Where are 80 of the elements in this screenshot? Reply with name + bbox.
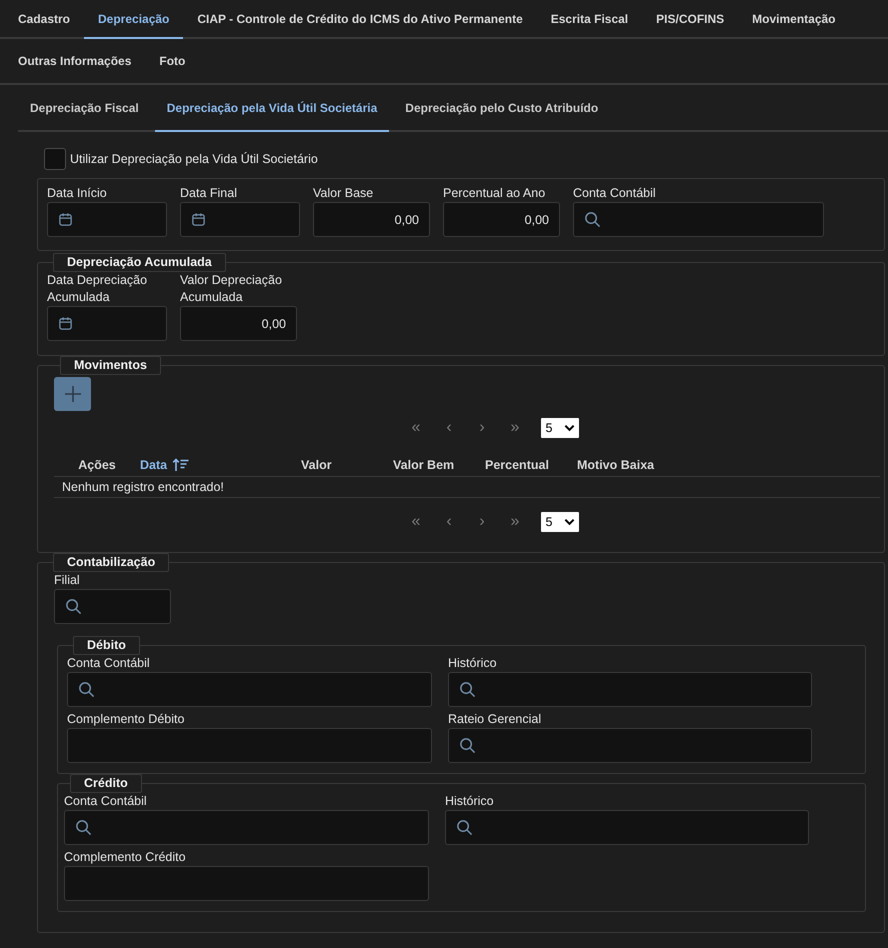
caret-icon (564, 518, 574, 526)
search-field[interactable] (445, 810, 809, 845)
field-label: Conta Contábil (64, 793, 148, 810)
field-label: Data Depreciação Acumulada (47, 272, 148, 306)
section-title: Depreciação Acumulada (53, 253, 226, 272)
subtab[interactable]: Depreciação pelo Custo Atribuído (393, 85, 610, 132)
field-label: Histórico (448, 655, 498, 672)
page-size-select[interactable]: 5 (540, 512, 578, 532)
field-label: Valor Base (313, 185, 374, 202)
pager-button[interactable]: » (498, 419, 532, 437)
field-label: Data Final (180, 185, 238, 202)
search-icon (459, 737, 476, 754)
column-header[interactable]: Valor (301, 458, 332, 472)
section-title: Crédito (70, 774, 142, 793)
calendar-icon (191, 212, 206, 227)
field-label: Complemento Crédito (64, 849, 187, 866)
input-field[interactable]: 0,00 (180, 306, 297, 341)
field-label: Rateio Gerencial (448, 711, 542, 728)
tab[interactable]: Outras Informações (4, 39, 146, 85)
input-field[interactable] (64, 866, 429, 901)
date-field[interactable] (47, 306, 167, 341)
section-title: Contabilização (53, 553, 170, 572)
field-label: Complemento Débito (67, 711, 186, 728)
plus-icon (62, 384, 82, 404)
field-label: Data Início (47, 185, 108, 202)
search-field[interactable] (573, 202, 824, 237)
search-field[interactable] (64, 810, 429, 845)
pager-button[interactable]: ‹ (432, 513, 466, 531)
checkbox[interactable] (44, 148, 66, 170)
input-field[interactable]: 0,00 (313, 202, 430, 237)
search-icon (75, 819, 92, 836)
checkbox-label: Utilizar Depreciação pela Vida Útil Societário (70, 152, 318, 166)
tab[interactable]: Foto (145, 39, 200, 85)
tab[interactable]: CIAP - Controle de Crédito do ICMS do Ativo Permanente (183, 0, 537, 39)
date-field[interactable] (47, 202, 167, 237)
field-label: Histórico (445, 793, 495, 810)
search-icon (584, 211, 601, 228)
field-label: Filial (54, 572, 81, 589)
section-title: Débito (73, 636, 140, 655)
search-field[interactable] (54, 589, 171, 624)
pager-button[interactable]: « (400, 419, 432, 437)
search-icon (459, 681, 476, 698)
input-field[interactable]: 0,00 (443, 202, 560, 237)
subtab[interactable]: Depreciação pela Vida Útil Societária (154, 85, 390, 132)
subtab[interactable]: Depreciação Fiscal (18, 85, 151, 132)
tab[interactable]: Movimentação (738, 0, 850, 39)
empty-message: Nenhum registro encontrado! (62, 480, 224, 494)
pager-button[interactable]: › (466, 419, 498, 437)
field-label: Percentual ao Ano (443, 185, 546, 202)
field-label: Conta Contábil (573, 185, 657, 202)
pager-button[interactable]: › (466, 513, 498, 531)
column-header[interactable]: Percentual (485, 458, 549, 472)
tab[interactable]: Escrita Fiscal (536, 0, 642, 39)
column-header[interactable]: Ações (78, 458, 116, 472)
pager-button[interactable]: » (498, 513, 532, 531)
calendar-icon (58, 212, 73, 227)
pager-button[interactable]: « (400, 513, 432, 531)
tab[interactable]: Depreciação (84, 0, 184, 39)
search-icon (456, 819, 473, 836)
search-field[interactable] (448, 728, 812, 763)
search-field[interactable] (67, 672, 432, 707)
input-field[interactable] (67, 728, 432, 763)
calendar-icon (58, 316, 73, 331)
search-field[interactable] (448, 672, 812, 707)
page-size-select[interactable]: 5 (540, 418, 578, 438)
column-header[interactable]: Motivo Baixa (577, 458, 654, 472)
search-icon (65, 598, 82, 615)
field-label: Valor Depreciação Acumulada (180, 272, 283, 306)
section-title: Movimentos (60, 356, 161, 375)
column-header[interactable]: Data (140, 458, 168, 472)
add-button[interactable] (54, 377, 91, 411)
field-label: Conta Contábil (67, 655, 151, 672)
caret-icon (564, 424, 574, 432)
pager-button[interactable]: ‹ (432, 419, 466, 437)
date-field[interactable] (180, 202, 300, 237)
search-icon (78, 681, 95, 698)
tab[interactable]: Cadastro (4, 0, 84, 39)
column-header[interactable]: Valor Bem (393, 458, 454, 472)
sort-icon[interactable] (172, 458, 190, 472)
tab[interactable]: PIS/COFINS (642, 0, 738, 39)
